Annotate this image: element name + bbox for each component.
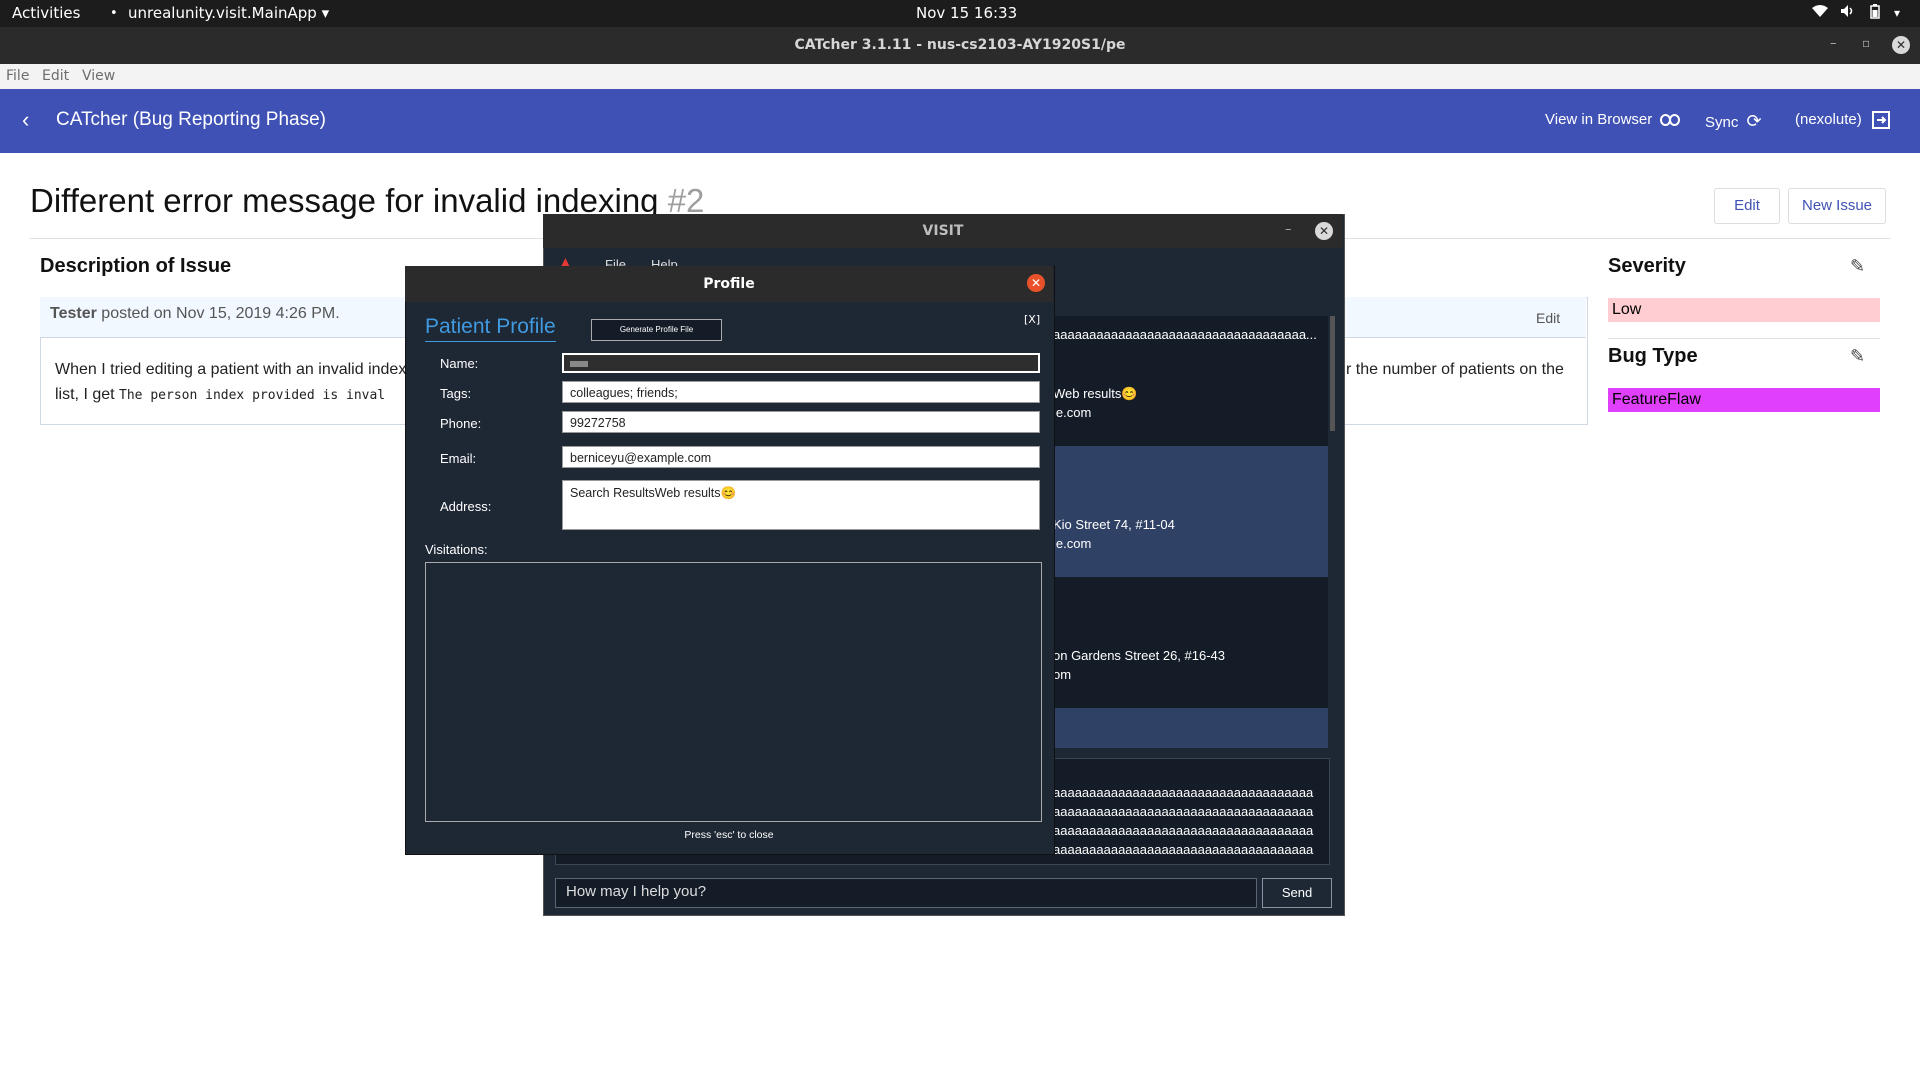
command-input[interactable]: How may I help you?: [555, 878, 1257, 908]
profile-close-icon[interactable]: ✕: [1027, 274, 1045, 292]
sync-button[interactable]: Sync ⟳: [1705, 111, 1762, 132]
address-field[interactable]: Search ResultsWeb results😊: [562, 480, 1040, 530]
esc-hint: Press 'esc' to close: [684, 829, 774, 841]
battery-icon[interactable]: [1870, 4, 1880, 23]
comment-body-line2: list, I get The person index provided is…: [55, 386, 385, 404]
visitations-label: Visitations:: [425, 542, 488, 557]
back-arrow-icon[interactable]: ‹: [22, 107, 29, 133]
email-label: Email:: [440, 451, 477, 466]
window-close-icon[interactable]: ✕: [1892, 36, 1910, 54]
logout-icon: [1871, 111, 1890, 130]
app-title: CATcher (Bug Reporting Phase): [56, 109, 326, 130]
volume-icon[interactable]: [1840, 4, 1856, 22]
phone-field[interactable]: 99272758: [562, 411, 1040, 433]
activities-button[interactable]: Activities: [12, 4, 80, 22]
patient-profile-heading: Patient Profile: [425, 315, 556, 342]
generate-profile-button[interactable]: Generate Profile File: [591, 319, 722, 341]
visitations-list[interactable]: [425, 562, 1042, 822]
result-line: aaaaaaaaaaaaaaaaaaaaaaaaaaaaaaaaaaaa: [1053, 804, 1314, 819]
clock[interactable]: Nov 15 16:33: [916, 4, 1017, 22]
profile-title: Profile: [703, 276, 755, 292]
email-field[interactable]: berniceyu@example.com: [562, 446, 1040, 468]
sidebar-divider: [1608, 338, 1880, 339]
comment-body-line1-end: r the number of patients on the: [1346, 361, 1564, 378]
visit-title-bar: VISIT: [543, 214, 1343, 248]
edit-title-button[interactable]: Edit: [1714, 188, 1780, 224]
logout-button[interactable]: (nexolute): [1795, 111, 1890, 130]
profile-title-bar: Profile: [405, 266, 1053, 302]
bug-type-label: FeatureFlaw: [1608, 388, 1880, 412]
bug-type-edit-pencil-icon[interactable]: ✎: [1850, 346, 1865, 367]
profile-close-button[interactable]: [X]: [1024, 313, 1040, 326]
list-text: on Gardens Street 26, #16-43: [1053, 648, 1226, 663]
new-issue-button[interactable]: New Issue: [1788, 188, 1886, 224]
phone-label: Phone:: [440, 416, 482, 431]
menu-file[interactable]: File: [6, 68, 29, 84]
comment-timestamp: posted on Nov 15, 2019 4:26 PM.: [96, 305, 340, 322]
result-line: aaaaaaaaaaaaaaaaaaaaaaaaaaaaaaaaaaaa: [1053, 823, 1314, 838]
app-header: ‹ CATcher (Bug Reporting Phase) View in …: [0, 89, 1920, 153]
system-top-bar: Activities • unrealunity.visit.MainApp ▾…: [0, 0, 1920, 27]
comment-author: Tester: [50, 305, 97, 322]
wifi-icon[interactable]: [1812, 4, 1828, 22]
comment-edit-button[interactable]: Edit: [1536, 310, 1560, 326]
system-menu-chevron-icon[interactable]: ▾: [1894, 6, 1900, 20]
result-line: aaaaaaaaaaaaaaaaaaaaaaaaaaaaaaaaaaaa: [1053, 785, 1314, 800]
name-field[interactable]: [562, 353, 1040, 373]
menu-bar: File Edit View: [0, 64, 1920, 89]
severity-label: Low: [1608, 298, 1880, 322]
refresh-icon: ⟳: [1746, 111, 1762, 131]
name-label: Name:: [440, 356, 479, 371]
result-line: aaaaaaaaaaaaaaaaaaaaaaaaaaaaaaaaaaaa: [1053, 842, 1314, 857]
severity-edit-pencil-icon[interactable]: ✎: [1850, 256, 1865, 277]
command-placeholder: How may I help you?: [566, 883, 707, 900]
list-scrollbar[interactable]: [1330, 316, 1335, 431]
comment-code: The person index provided is inval: [119, 388, 386, 403]
name-scroll-thumb[interactable]: [570, 361, 588, 367]
comment-body-text: list, I get: [55, 386, 120, 403]
list-text: aaaaaaaaaaaaaaaaaaaaaaaaaaaaaaaaaaa...: [1053, 327, 1317, 342]
visit-title: VISIT: [922, 223, 964, 239]
sync-label: Sync: [1705, 114, 1739, 131]
user-label: (nexolute): [1795, 111, 1862, 128]
tags-label: Tags:: [440, 386, 472, 401]
severity-heading: Severity: [1608, 255, 1686, 277]
visit-minimize-icon[interactable]: –: [1285, 222, 1292, 237]
comment-body-line1: When I tried editing a patient with an i…: [55, 361, 407, 378]
window-title: CATcher 3.1.11 - nus-cs2103-AY1920S1/pe: [794, 37, 1126, 53]
send-button[interactable]: Send: [1262, 878, 1332, 908]
list-text: le.com: [1053, 405, 1092, 420]
window-title-bar: CATcher 3.1.11 - nus-cs2103-AY1920S1/pe: [0, 27, 1920, 64]
app-indicator-icon: •: [110, 6, 118, 21]
minimize-icon[interactable]: –: [1830, 36, 1837, 51]
view-in-browser-button[interactable]: View in Browser: [1545, 111, 1681, 128]
view-in-browser-label: View in Browser: [1545, 111, 1653, 128]
link-icon: [1660, 114, 1681, 127]
tags-field[interactable]: colleagues; friends;: [562, 381, 1040, 403]
list-text: Web results😊: [1053, 386, 1138, 401]
menu-view[interactable]: View: [82, 68, 115, 84]
description-heading: Description of Issue: [40, 255, 232, 277]
app-menu-label: unrealunity.visit.MainApp: [128, 4, 317, 22]
maximize-icon[interactable]: ▫: [1862, 36, 1870, 50]
list-text: le.com: [1053, 536, 1092, 551]
bug-type-heading: Bug Type: [1608, 345, 1698, 367]
list-text: om: [1053, 667, 1072, 682]
visit-close-icon[interactable]: ✕: [1315, 222, 1333, 240]
address-label: Address:: [440, 499, 492, 514]
menu-edit[interactable]: Edit: [42, 68, 69, 84]
list-text: Kio Street 74, #11-04: [1053, 517, 1175, 532]
app-menu[interactable]: unrealunity.visit.MainApp ▾: [128, 4, 329, 22]
